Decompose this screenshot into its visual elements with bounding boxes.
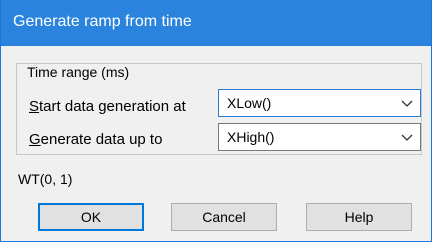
time-range-group-label: Time range (ms) (24, 64, 133, 80)
generate-data-value: XHigh() (227, 129, 275, 145)
generate-data-combobox[interactable]: XHigh() (218, 123, 421, 151)
generate-data-label-mnemonic: G (29, 131, 41, 148)
window-title: Generate ramp from time (13, 13, 192, 30)
generate-ramp-dialog: Generate ramp from time Time range (ms) … (0, 0, 432, 242)
start-data-label: Start data generation at (29, 98, 186, 115)
help-button[interactable]: Help (306, 203, 412, 231)
cancel-button[interactable]: Cancel (171, 203, 277, 231)
generate-data-label-text: enerate data up to (40, 131, 163, 148)
generate-data-label: Generate data up to (29, 131, 162, 148)
formula-text: WT(0, 1) (18, 171, 73, 187)
start-data-label-text: tart data generation at (39, 98, 186, 115)
chevron-down-icon[interactable] (401, 97, 413, 109)
start-data-combobox[interactable]: XLow() (218, 89, 421, 117)
start-data-value: XLow() (227, 95, 272, 111)
title-bar[interactable]: Generate ramp from time (1, 0, 431, 46)
chevron-down-icon[interactable] (401, 131, 413, 143)
start-data-label-mnemonic: S (29, 98, 40, 115)
ok-button[interactable]: OK (38, 203, 144, 231)
